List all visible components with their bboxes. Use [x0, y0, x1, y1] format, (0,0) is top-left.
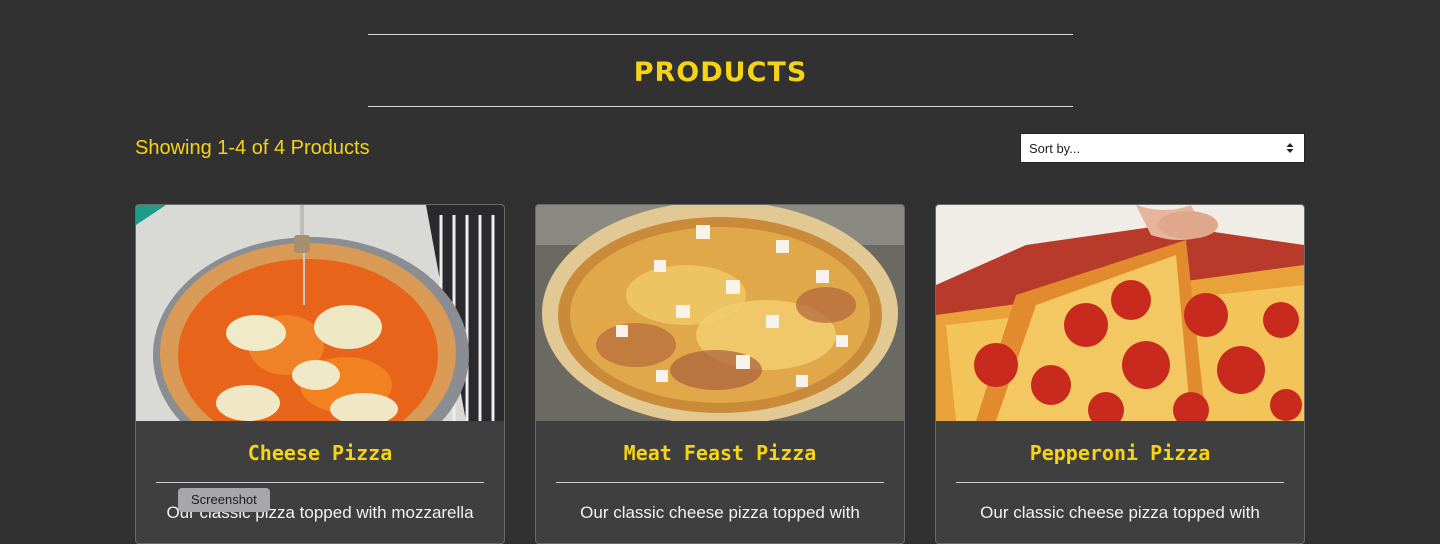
cheese-pizza-image[interactable] — [136, 205, 504, 421]
meat-feast-pizza-image[interactable] — [536, 205, 904, 421]
screenshot-tooltip: Screenshot — [178, 488, 270, 512]
results-count: Showing 1-4 of 4 Products — [135, 137, 370, 159]
top-divider — [368, 34, 1073, 35]
sort-select[interactable]: Sort by... — [1020, 133, 1305, 163]
product-title[interactable]: Pepperoni Pizza — [936, 439, 1304, 467]
card-divider — [156, 482, 484, 483]
card-divider — [556, 482, 884, 483]
product-title[interactable]: Meat Feast Pizza — [536, 439, 904, 467]
product-description: Our classic cheese pizza topped with — [980, 503, 1260, 522]
page-title: PRODUCTS — [633, 57, 808, 88]
product-card-pepperoni-pizza[interactable]: Pepperoni Pizza Our classic cheese pizza… — [935, 204, 1305, 544]
product-card-meat-feast-pizza[interactable]: Meat Feast Pizza Our classic cheese pizz… — [535, 204, 905, 544]
card-divider — [956, 482, 1284, 483]
select-arrows-icon — [1286, 143, 1294, 153]
title-bottom-divider — [368, 106, 1073, 107]
product-description: Our classic cheese pizza topped with — [580, 503, 860, 522]
product-title[interactable]: Cheese Pizza — [136, 439, 504, 467]
pepperoni-pizza-image[interactable] — [936, 205, 1304, 421]
sort-select-value: Sort by... — [1029, 140, 1081, 156]
